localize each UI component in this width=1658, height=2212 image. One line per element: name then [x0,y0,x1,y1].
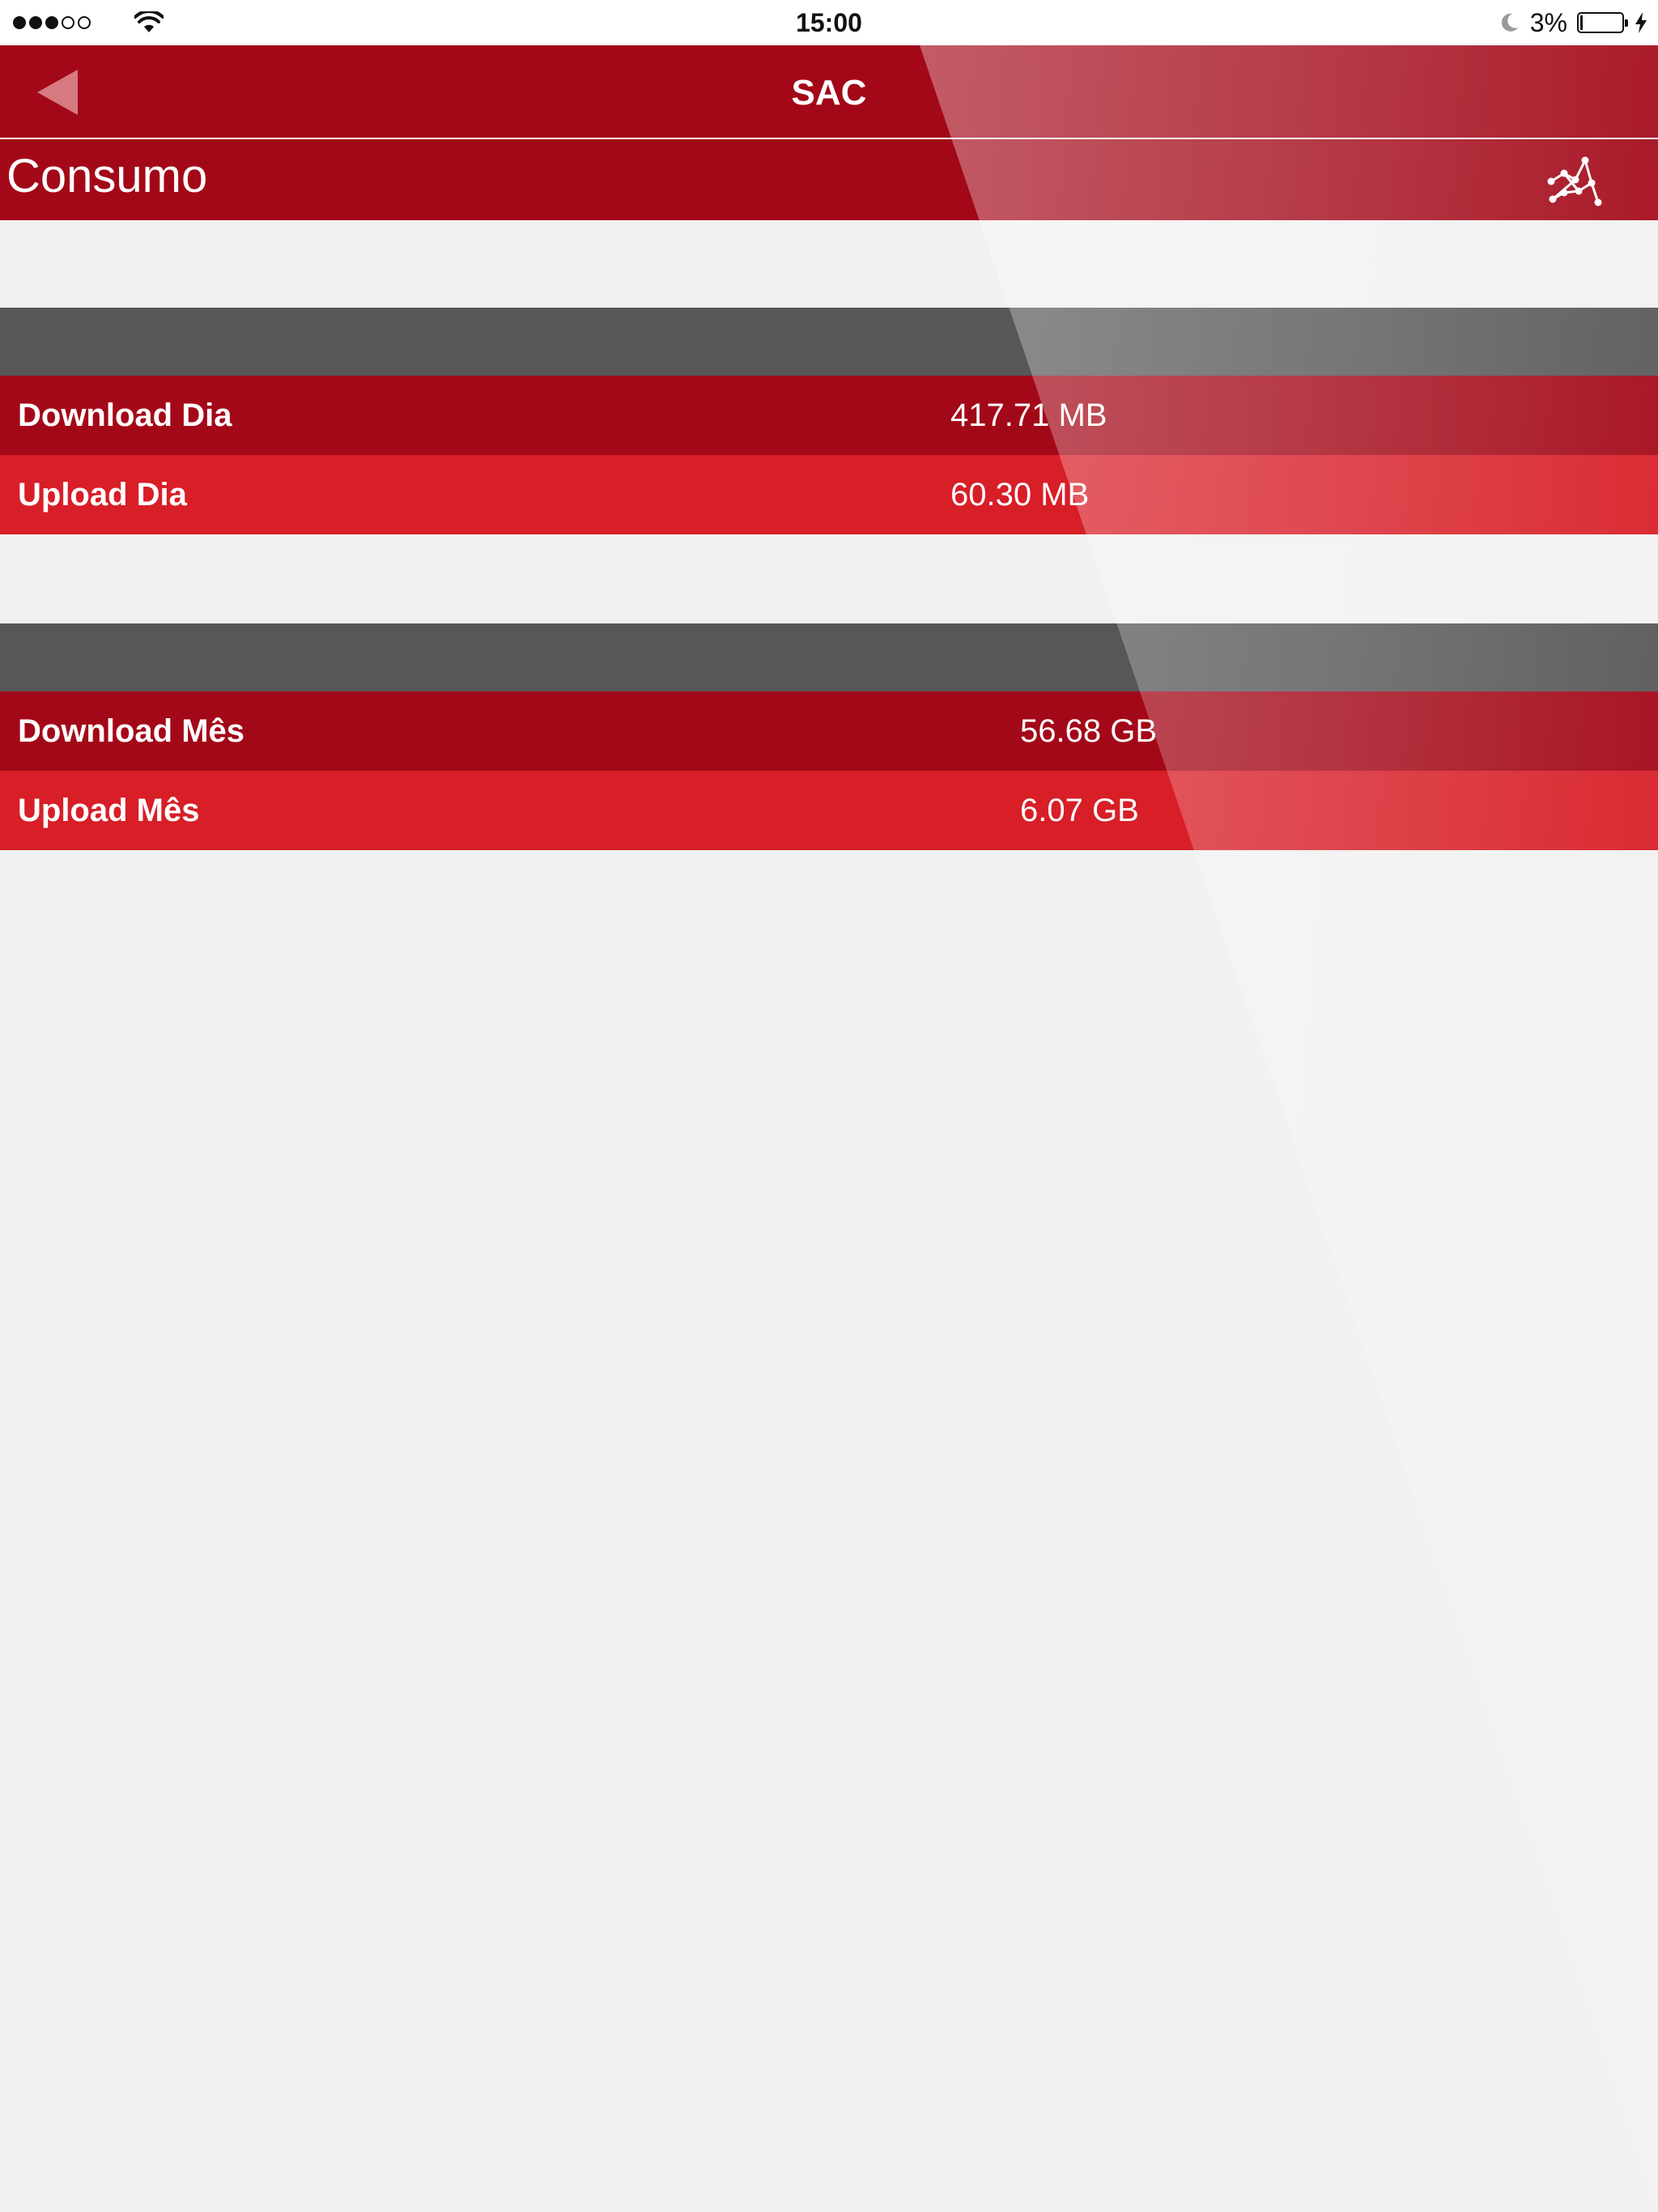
page-header: Consumo [0,139,1658,220]
battery-icon [1577,12,1628,33]
section-header-monthly [0,623,1658,691]
row-upload-day: Upload Dia 60.30 MB [0,455,1658,534]
row-label: Download Mês [18,713,245,749]
row-value: 56.68 GB [1020,713,1158,749]
row-download-month: Download Mês 56.68 GB [0,691,1658,771]
section-header-daily [0,308,1658,376]
app-screen: 15:00 3% SAC Consumo Download Dia 417.71… [0,0,1658,2212]
row-value: 60.30 MB [950,477,1090,513]
row-label: Download Dia [18,398,232,433]
page-title: Consumo [6,150,208,202]
row-value: 417.71 MB [950,398,1107,433]
status-right-group: 3% [1498,0,1648,45]
signal-dots-icon [13,16,91,29]
status-time: 15:00 [796,8,862,37]
row-label: Upload Mês [18,793,200,828]
row-label: Upload Dia [18,477,187,513]
wifi-icon [134,11,164,32]
row-value: 6.07 GB [1020,793,1139,828]
moon-icon [1501,13,1518,32]
charging-bolt-icon [1635,12,1647,33]
nav-title: SAC [791,73,867,113]
battery-percent: 3% [1529,7,1567,37]
navigation-bar: SAC [0,45,1658,138]
row-upload-month: Upload Mês 6.07 GB [0,771,1658,850]
row-download-day: Download Dia 417.71 MB [0,376,1658,455]
status-bar: 15:00 3% [0,0,1658,45]
network-graph-icon [1547,156,1602,206]
network-graph-button[interactable] [1543,151,1608,215]
